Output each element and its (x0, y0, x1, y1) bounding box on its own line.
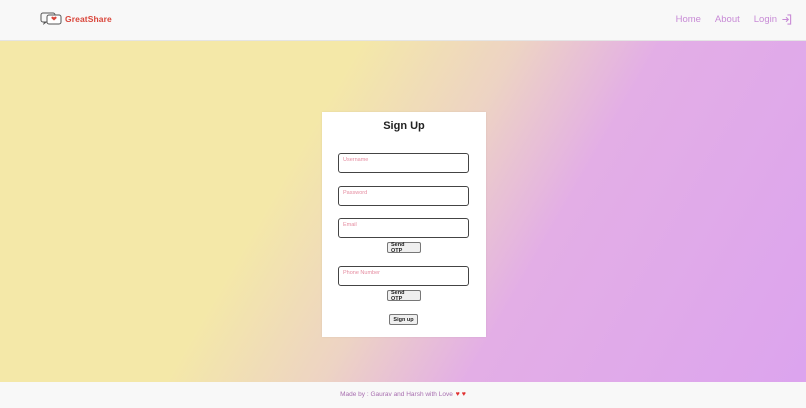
nav-login-label: Login (753, 14, 777, 25)
password-field[interactable]: Password (338, 186, 469, 206)
brand-logo[interactable]: GreatShare (40, 12, 112, 26)
navbar: GreatShare Home About Login (0, 0, 806, 41)
signup-card: Sign Up Username Password Email Send OTP… (322, 112, 486, 337)
signup-title: Sign Up (383, 120, 425, 132)
heart-icon: ♥ ♥ (455, 391, 466, 398)
nav-home-link[interactable]: Home (676, 14, 701, 25)
nav-home-label: Home (675, 14, 701, 25)
nav-about-label: About (714, 14, 740, 25)
password-label: Password (343, 190, 368, 196)
login-arrow-icon (782, 14, 792, 25)
send-otp-phone-button[interactable]: Send OTP (387, 290, 421, 302)
nav-links: Home About Login (662, 14, 792, 25)
signup-submit-button[interactable]: Sign up (389, 314, 418, 325)
chat-bubble-icon (40, 12, 62, 25)
email-field[interactable]: Email (338, 218, 469, 238)
nav-about-link[interactable]: About (715, 14, 740, 25)
nav-login-link[interactable]: Login (754, 14, 792, 25)
send-otp-email-button[interactable]: Send OTP (387, 242, 421, 254)
username-field[interactable]: Username (338, 153, 469, 173)
footer-text: Made by : Gaurav and Harsh with Love (340, 391, 453, 398)
phone-field[interactable]: Phone Number (338, 266, 469, 286)
footer: Made by : Gaurav and Harsh with Love ♥ ♥ (0, 382, 806, 408)
username-label: Username (343, 157, 369, 163)
brand-name: GreatShare (65, 14, 112, 24)
email-label: Email (343, 222, 357, 228)
phone-label: Phone Number (343, 270, 380, 276)
